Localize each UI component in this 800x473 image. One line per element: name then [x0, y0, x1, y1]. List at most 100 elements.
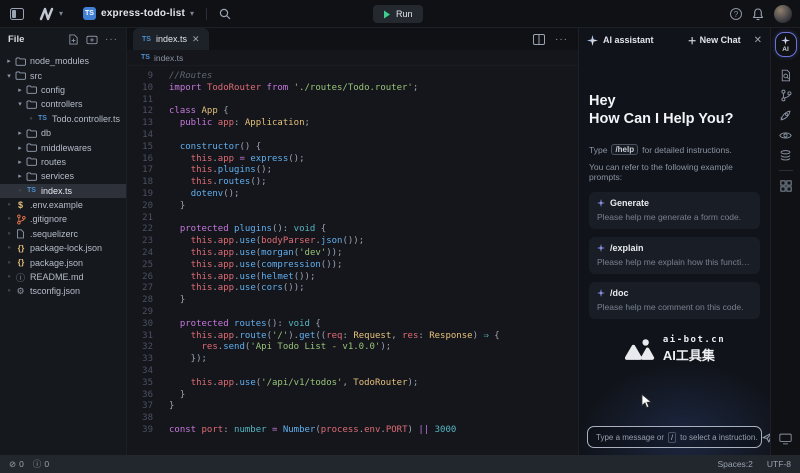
preview-eye-icon[interactable]: [779, 125, 792, 145]
prompt-card-title: /doc: [610, 288, 629, 298]
file-tree-item[interactable]: ●⚙tsconfig.json: [0, 284, 126, 298]
mouse-cursor: [641, 394, 652, 409]
item-label: README.md: [30, 272, 84, 282]
code-line: 39const port: number = Number(process.en…: [127, 425, 578, 437]
file-tree-item[interactable]: ▸services: [0, 169, 126, 183]
notifications-bell-icon[interactable]: [752, 8, 764, 21]
line-number: 36: [127, 390, 153, 402]
deploy-rocket-icon[interactable]: [779, 105, 792, 125]
logo-icon: [38, 7, 56, 21]
new-folder-icon[interactable]: [86, 34, 98, 45]
explorer-title: File: [8, 34, 61, 45]
watermark: ai-bot.cn AI工具集: [589, 335, 760, 364]
run-label: Run: [396, 9, 413, 19]
file-tree-item[interactable]: ▸config: [0, 83, 126, 97]
error-icon: ⊘: [9, 459, 16, 470]
item-label: db: [41, 128, 51, 138]
problems-warnings[interactable]: ⓘ 0: [33, 458, 49, 470]
line-number: 27: [127, 283, 153, 295]
sidebar-toggle-icon[interactable]: [10, 8, 24, 20]
env-icon: $: [14, 200, 27, 210]
line-number: 38: [127, 413, 153, 425]
item-label: middlewares: [41, 143, 92, 153]
chevron-right-icon: ▸: [4, 57, 14, 65]
prompt-card[interactable]: /docPlease help me comment on this code.: [589, 282, 760, 319]
file-tree-item[interactable]: ●{ }package.json: [0, 255, 126, 269]
file-icon: [14, 229, 27, 239]
file-search-icon[interactable]: [779, 65, 792, 85]
panel-monitor-icon[interactable]: [779, 429, 792, 449]
search-icon[interactable]: [219, 8, 231, 20]
line-number: 20: [127, 201, 153, 213]
file-tree-item[interactable]: ●TSindex.ts: [0, 184, 126, 198]
run-button[interactable]: Run: [373, 5, 423, 23]
file-tree-item[interactable]: ●TSTodo.controller.ts: [0, 112, 126, 126]
item-label: index.ts: [41, 186, 72, 196]
tab-index-ts[interactable]: TS index.ts ✕: [133, 28, 209, 50]
prompt-card-description: Please help me generate a form code.: [597, 212, 752, 222]
source-control-icon[interactable]: [780, 85, 792, 105]
file-tree-item[interactable]: ▸node_modules: [0, 54, 126, 68]
file-tree-item[interactable]: ▾src: [0, 68, 126, 82]
item-label: .env.example: [30, 200, 83, 210]
line-number: 37: [127, 401, 153, 413]
close-icon[interactable]: ✕: [192, 34, 200, 45]
file-tree-item[interactable]: ▾controllers: [0, 97, 126, 111]
problems-errors[interactable]: ⊘ 0: [9, 459, 24, 470]
line-number: 15: [127, 142, 153, 154]
item-dot: ●: [4, 231, 14, 237]
code-line: 25 this.app.use(compression());: [127, 260, 578, 272]
file-tree-item[interactable]: ●{ }package-lock.json: [0, 241, 126, 255]
sparkle-icon: [597, 244, 605, 252]
app-logo[interactable]: ▾: [38, 7, 63, 21]
help-command-keycap[interactable]: /help: [611, 144, 638, 155]
split-editor-icon[interactable]: [533, 34, 545, 45]
code-line: 34: [127, 366, 578, 378]
code-line: 29: [127, 307, 578, 319]
folder-icon: [25, 172, 38, 181]
folder-icon: [14, 71, 27, 80]
file-tree-item[interactable]: ●.gitignore: [0, 212, 126, 226]
folder-icon: [25, 100, 38, 109]
project-selector[interactable]: TS express-todo-list ▾: [83, 7, 194, 20]
item-label: config: [41, 85, 65, 95]
user-avatar[interactable]: [774, 5, 792, 23]
help-icon[interactable]: ?: [730, 8, 742, 20]
file-tree-item[interactable]: ●$.env.example: [0, 198, 126, 212]
title-bar: ▾ TS express-todo-list ▾ Run ?: [0, 0, 800, 28]
new-chat-button[interactable]: ＋ New Chat: [688, 34, 741, 47]
example-prompts: GeneratePlease help me generate a form c…: [589, 192, 760, 319]
project-name: express-todo-list: [101, 8, 185, 19]
chat-message-input[interactable]: Type a message or / to select a instruct…: [587, 426, 762, 448]
info-icon: ⓘ: [33, 458, 42, 470]
code-line: 32 res.send('Api Todo List - v1.0.0');: [127, 342, 578, 354]
indentation-setting[interactable]: Spaces:2: [717, 459, 752, 469]
line-number: 12: [127, 106, 153, 118]
item-label: routes: [41, 157, 66, 167]
encoding-setting[interactable]: UTF-8: [767, 459, 791, 469]
line-number: 32: [127, 342, 153, 354]
extensions-grid-icon[interactable]: [780, 176, 792, 196]
code-editor[interactable]: 9//Routes10import TodoRouter from './rou…: [127, 66, 578, 455]
editor-more-icon[interactable]: ···: [555, 34, 568, 45]
file-tree-item[interactable]: ●ⓘREADME.md: [0, 270, 126, 284]
breadcrumb[interactable]: TS index.ts: [127, 50, 578, 66]
file-tree-item[interactable]: ●.sequelizerc: [0, 227, 126, 241]
divider: [206, 8, 207, 20]
line-number: 29: [127, 307, 153, 319]
database-stack-icon[interactable]: [779, 145, 792, 165]
line-number: 14: [127, 130, 153, 142]
file-tree-item[interactable]: ▸middlewares: [0, 140, 126, 154]
prompt-card[interactable]: GeneratePlease help me generate a form c…: [589, 192, 760, 229]
prompt-card[interactable]: /explainPlease help me explain how this …: [589, 237, 760, 274]
more-actions-icon[interactable]: ···: [105, 34, 118, 45]
line-number: 33: [127, 354, 153, 366]
close-icon[interactable]: ✕: [754, 35, 762, 46]
file-tree-item[interactable]: ▸db: [0, 126, 126, 140]
file-tree: ▸node_modules▾src▸config▾controllers●TST…: [0, 50, 126, 299]
file-explorer-panel: File ··· ▸node_modules▾src▸config▾contro…: [0, 28, 127, 455]
rail-ai-assistant[interactable]: AI: [775, 32, 797, 57]
new-file-icon[interactable]: [68, 34, 79, 45]
file-tree-item[interactable]: ▸routes: [0, 155, 126, 169]
item-label: package-lock.json: [30, 243, 102, 253]
